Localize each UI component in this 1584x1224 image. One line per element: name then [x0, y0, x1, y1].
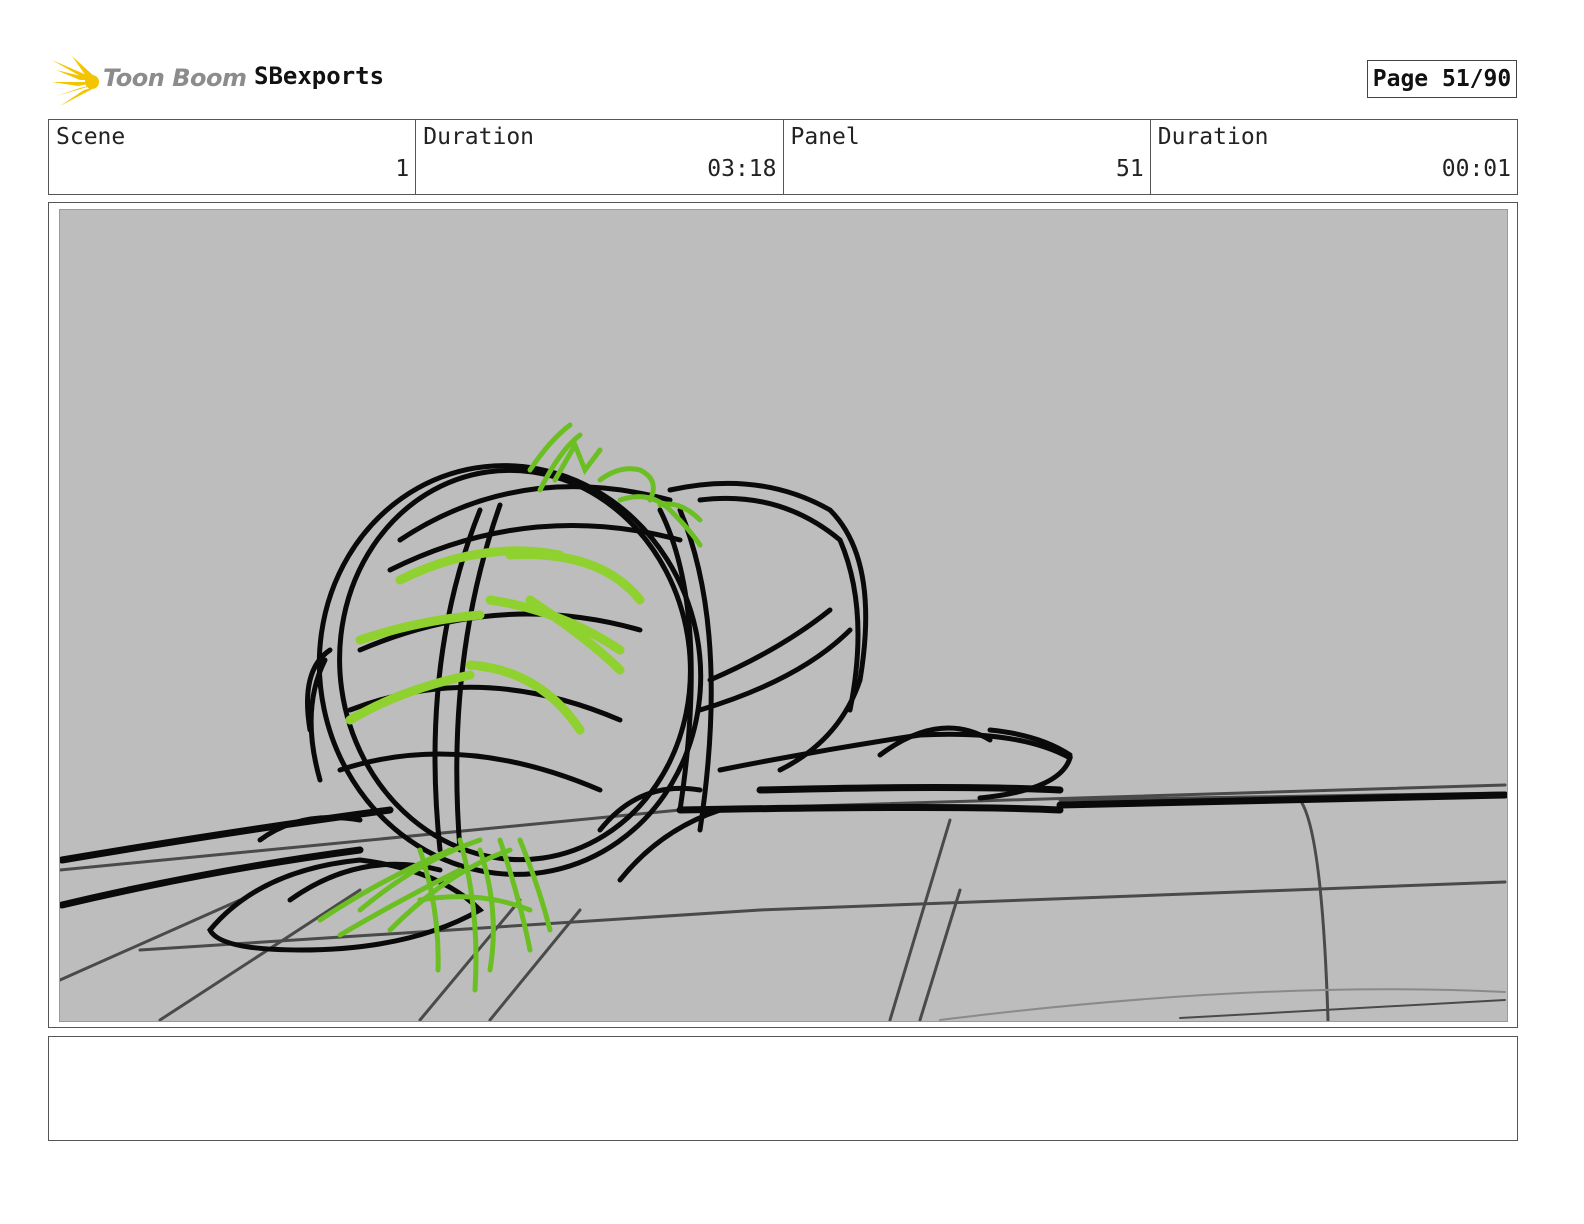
scene-duration-label: Duration: [423, 124, 535, 150]
panel-duration-label: Duration: [1157, 124, 1269, 150]
panel-value: 51: [1116, 156, 1144, 182]
scene-duration-value: 03:18: [707, 156, 777, 182]
sketch-drawing: [60, 422, 1507, 1021]
scene-value: 1: [395, 156, 410, 182]
scene-label: Scene: [56, 124, 126, 150]
panel-info-table: Scene 1 Duration 03:18 Panel 51 Duration…: [48, 119, 1518, 195]
project-name: SBexports: [254, 62, 385, 90]
scene-duration-cell: Duration 03:18: [416, 120, 784, 194]
panel-duration-cell: Duration 00:01: [1151, 120, 1517, 194]
panel-cell: Panel 51: [784, 120, 1151, 194]
page-indicator: Page 51/90: [1367, 60, 1517, 98]
logo-wordmark: Toon Boom: [103, 64, 247, 92]
panel-label: Panel: [790, 124, 860, 150]
storyboard-panel-sketch: [59, 209, 1508, 1022]
panel-duration-value: 00:01: [1441, 156, 1511, 182]
panel-notes-box: [48, 1036, 1518, 1141]
scene-cell: Scene 1: [49, 120, 417, 194]
